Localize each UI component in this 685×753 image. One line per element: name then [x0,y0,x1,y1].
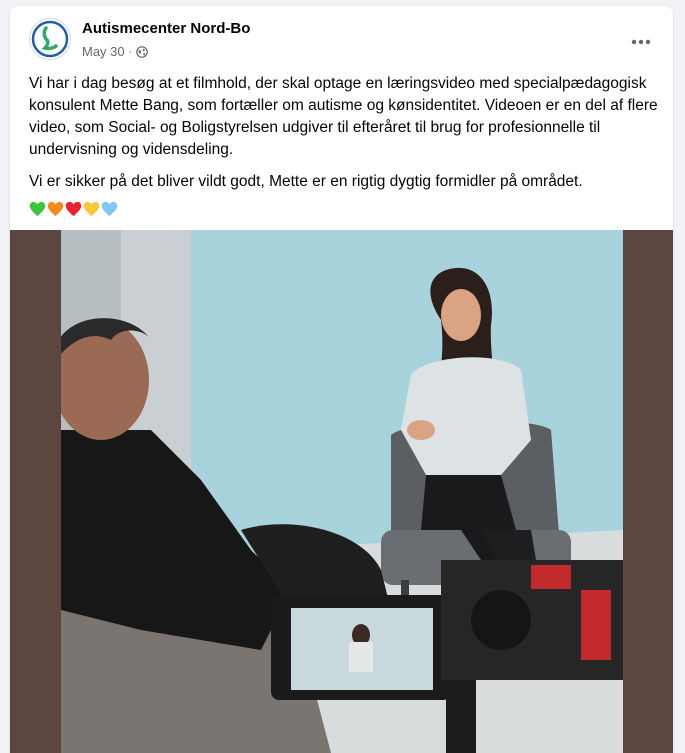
red-heart-icon [65,201,82,217]
autismecenter-logo-icon [31,20,69,58]
more-options-icon [631,39,651,45]
page-name[interactable]: Autismecenter Nord-Bo [82,20,250,37]
post-date[interactable]: May 30 [82,44,125,59]
page-avatar[interactable] [29,18,71,60]
post-photo[interactable] [61,230,623,753]
globe-icon[interactable] [136,45,149,58]
green-heart-icon [29,201,46,217]
blue-heart-icon [101,201,118,217]
more-options-button[interactable] [623,24,659,60]
post-meta: May 30 · [82,44,149,59]
yellow-heart-icon [83,201,100,217]
heart-emoji-row [29,201,659,217]
post-paragraph: Vi er sikker på det bliver vildt godt, M… [29,173,583,190]
facebook-post: Autismecenter Nord-Bo May 30 · Vi har i … [10,6,673,753]
post-body: Vi har i dag besøg at et filmhold, der s… [29,73,659,217]
post-photo-frame[interactable] [10,230,673,753]
orange-heart-icon [47,201,64,217]
post-header: Autismecenter Nord-Bo May 30 · [10,6,673,68]
meta-separator: · [128,45,133,58]
interview-scene-image [61,230,623,753]
post-paragraph: Vi har i dag besøg at et filmhold, der s… [29,75,658,158]
